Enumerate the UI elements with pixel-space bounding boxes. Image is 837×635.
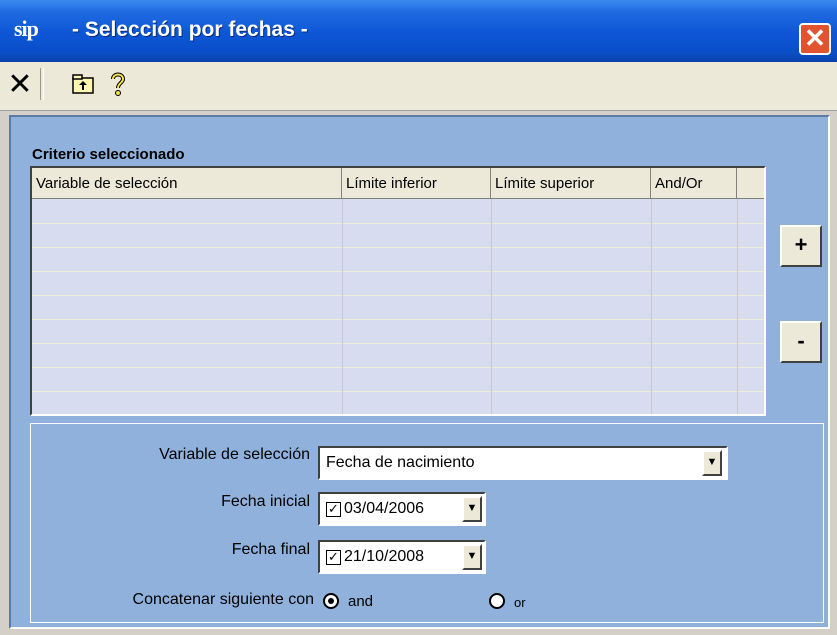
dialog-window: sip - Selección por fechas - ✕ ✕ Criteri…	[0, 0, 837, 635]
variable-dropdown-button[interactable]: ▼	[702, 450, 722, 476]
window-close-button[interactable]: ✕	[799, 23, 831, 55]
column-header-and-or[interactable]: And/Or	[651, 168, 737, 198]
end-date-checkbox[interactable]: ✓	[326, 550, 341, 565]
toolbar: ✕	[0, 62, 837, 111]
end-date-value[interactable]: 21/10/2008	[344, 548, 424, 566]
end-date-dropdown-button[interactable]: ▼	[462, 544, 482, 570]
concat-and-radio[interactable]	[323, 593, 339, 609]
concat-label: Concatenar siguiente con	[132, 591, 314, 608]
grid-row-line	[32, 271, 764, 272]
up-folder-icon	[72, 74, 94, 94]
start-date-label: Fecha inicial	[221, 493, 310, 510]
column-header-upper-limit[interactable]: Límite superior	[491, 168, 651, 198]
grid-row-line	[32, 391, 764, 392]
column-header-variable[interactable]: Variable de selección	[32, 168, 342, 198]
toolbar-separator	[40, 68, 44, 100]
column-header-extra	[737, 168, 764, 198]
add-criterion-button[interactable]: +	[780, 225, 822, 267]
start-date-value[interactable]: 03/04/2006	[344, 500, 424, 518]
grid-column-line	[342, 199, 343, 414]
concat-and-label[interactable]: and	[348, 593, 373, 610]
grid-header: Variable de selección Límite inferior Lí…	[32, 168, 764, 199]
variable-label: Variable de selección	[159, 446, 310, 463]
grid-row-line	[32, 319, 764, 320]
criteria-label: Criterio seleccionado	[32, 146, 185, 163]
variable-select[interactable]: Fecha de nacimiento ▼	[318, 446, 728, 480]
grid-column-line	[737, 199, 738, 414]
chevron-down-icon: ▼	[706, 456, 718, 468]
grid-row-line	[32, 343, 764, 344]
toolbar-help-button[interactable]	[104, 68, 132, 100]
start-date-checkbox[interactable]: ✓	[326, 502, 341, 517]
start-date-picker[interactable]: ✓ 03/04/2006 ▼	[318, 492, 486, 526]
column-header-lower-limit[interactable]: Límite inferior	[342, 168, 491, 198]
end-date-picker[interactable]: ✓ 21/10/2008 ▼	[318, 540, 486, 574]
criteria-grid[interactable]: Variable de selección Límite inferior Lí…	[30, 166, 766, 416]
app-logo-icon: sip	[14, 16, 39, 41]
close-icon: ✕	[7, 67, 33, 101]
chevron-down-icon: ▼	[466, 550, 478, 562]
toolbar-close-button[interactable]: ✕	[7, 67, 33, 101]
window-title: - Selección por fechas -	[72, 18, 308, 41]
grid-column-line	[491, 199, 492, 414]
title-bar[interactable]: sip - Selección por fechas - ✕	[0, 0, 837, 62]
end-date-label: Fecha final	[231, 541, 310, 558]
grid-row-line	[32, 247, 764, 248]
variable-select-value: Fecha de nacimiento	[326, 454, 475, 471]
remove-criterion-button[interactable]: -	[780, 321, 822, 363]
start-date-dropdown-button[interactable]: ▼	[462, 496, 482, 522]
close-icon: ✕	[804, 23, 826, 53]
chevron-down-icon: ▼	[466, 502, 478, 514]
grid-row-line	[32, 223, 764, 224]
grid-column-line	[651, 199, 652, 414]
question-icon	[111, 72, 126, 96]
toolbar-up-folder-button[interactable]	[68, 68, 98, 100]
concat-or-label[interactable]: or	[514, 595, 526, 610]
grid-row-line	[32, 295, 764, 296]
concat-or-radio[interactable]	[489, 593, 505, 609]
radio-selected-dot	[328, 598, 334, 604]
grid-row-line	[32, 367, 764, 368]
